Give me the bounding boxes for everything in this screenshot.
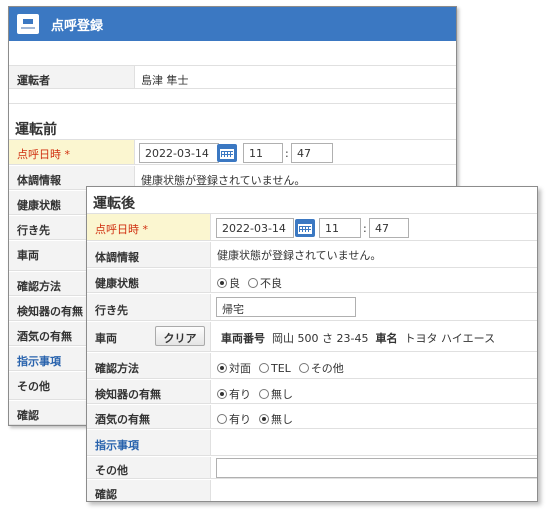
calendar-icon[interactable] — [295, 219, 315, 237]
dest-row-after: 行き先 帰宅 — [87, 294, 537, 321]
vehicle-number: 岡山 500 さ 23-45 — [272, 332, 369, 345]
hour-input-before[interactable]: 11 — [243, 143, 283, 163]
health-label-after: 健康状態 — [87, 269, 211, 292]
minute-input-before[interactable]: 47 — [291, 143, 333, 163]
health-radio-group: 良 不良 — [217, 275, 282, 291]
health-option-bad[interactable]: 不良 — [248, 275, 282, 291]
rollcall-label-before: 点呼日時 * — [9, 140, 135, 164]
confirm-radio-group: 対面 TEL その他 — [217, 360, 344, 376]
section-before-title: 運転前 — [15, 122, 57, 138]
rollcall-row-after: 点呼日時 * 2022-03-14 11 : 47 — [87, 213, 537, 241]
driver-name: 島津 隼士 — [141, 74, 189, 87]
radio-unselected-icon[interactable] — [259, 363, 269, 373]
front-window: 運転後 点呼日時 * 2022-03-14 11 : 47 体調情報 健康状態が… — [86, 186, 538, 502]
date-input-before[interactable]: 2022-03-14 — [139, 143, 219, 163]
calendar-icon[interactable] — [217, 144, 237, 162]
minute-input-after[interactable]: 47 — [369, 218, 409, 238]
driver-row: 運転者 島津 隼士 — [9, 65, 456, 89]
confirm-label-after: 確認方法 — [87, 353, 211, 378]
rollcall-label-after: 点呼日時 * — [87, 214, 211, 240]
confirm-row-after: 確認方法 対面 TEL その他 — [87, 353, 537, 379]
radio-selected-icon[interactable] — [259, 414, 269, 424]
radio-selected-icon[interactable] — [217, 278, 227, 288]
health-info-label-after: 体調情報 — [87, 242, 211, 267]
health-option-good[interactable]: 良 — [217, 275, 240, 291]
alcohol-option-no[interactable]: 無し — [259, 411, 293, 427]
alcohol-label-after: 酒気の有無 — [87, 405, 211, 428]
clear-button[interactable]: クリア — [155, 326, 205, 346]
check-label-after: 確認 — [87, 480, 211, 501]
other-row-after: その他 — [87, 457, 537, 479]
destination-input[interactable]: 帰宅 — [216, 297, 356, 317]
vehicle-name-label: 車名 — [375, 332, 398, 345]
app-logo-icon — [17, 14, 39, 34]
vehicle-name: トヨタ ハイエース — [404, 332, 496, 345]
radio-unselected-icon[interactable] — [259, 389, 269, 399]
check-row-after: 確認 — [87, 480, 537, 501]
radio-unselected-icon[interactable] — [298, 363, 309, 373]
detector-option-no[interactable]: 無し — [259, 386, 293, 402]
radio-unselected-icon[interactable] — [217, 414, 227, 424]
radio-selected-icon[interactable] — [217, 389, 227, 399]
driver-label: 運転者 — [9, 66, 135, 88]
alcohol-row-after: 酒気の有無 有り 無し — [87, 405, 537, 429]
health-info-row-after: 体調情報 健康状態が登録されていません。 — [87, 242, 537, 268]
detector-row-after: 検知器の有無 有り 無し — [87, 380, 537, 404]
vehicle-row-after: 車両 クリア 車両番号 岡山 500 さ 23-45 車名 トヨタ ハイエース — [87, 322, 537, 352]
alcohol-radio-group: 有り 無し — [217, 411, 293, 427]
health-row-after: 健康状態 良 不良 — [87, 269, 537, 293]
section-after-title: 運転後 — [93, 196, 135, 212]
confirm-option-tel[interactable]: TEL — [259, 362, 291, 375]
detector-radio-group: 有り 無し — [217, 386, 293, 402]
hour-input-after[interactable]: 11 — [319, 218, 361, 238]
instruction-label-after: 指示事項 — [87, 430, 211, 455]
date-input-after[interactable]: 2022-03-14 — [216, 218, 294, 238]
confirm-option-other[interactable]: その他 — [298, 360, 344, 376]
rollcall-row-before: 点呼日時 * 2022-03-14 11 : 47 — [9, 139, 456, 165]
blank-row — [9, 90, 456, 104]
detector-option-yes[interactable]: 有り — [217, 386, 251, 402]
confirm-option-in-person[interactable]: 対面 — [217, 360, 251, 376]
vehicle-number-label: 車両番号 — [221, 332, 265, 345]
dest-label-after: 行き先 — [87, 294, 211, 320]
instruction-row-after: 指示事項 — [87, 430, 537, 456]
other-input[interactable] — [216, 458, 537, 478]
detector-label-after: 検知器の有無 — [87, 380, 211, 403]
page-title: 点呼登録 — [51, 19, 104, 34]
time-colon: : — [285, 147, 289, 160]
health-info-text-after: 健康状態が登録されていません。 — [217, 249, 382, 262]
other-label-after: その他 — [87, 457, 211, 478]
title-bar: 点呼登録 — [9, 7, 456, 41]
vehicle-info: 車両番号 岡山 500 さ 23-45 車名 トヨタ ハイエース — [215, 322, 495, 351]
alcohol-option-yes[interactable]: 有り — [217, 411, 251, 427]
radio-unselected-icon[interactable] — [248, 278, 258, 288]
radio-selected-icon[interactable] — [217, 363, 227, 373]
time-colon: : — [363, 222, 367, 235]
